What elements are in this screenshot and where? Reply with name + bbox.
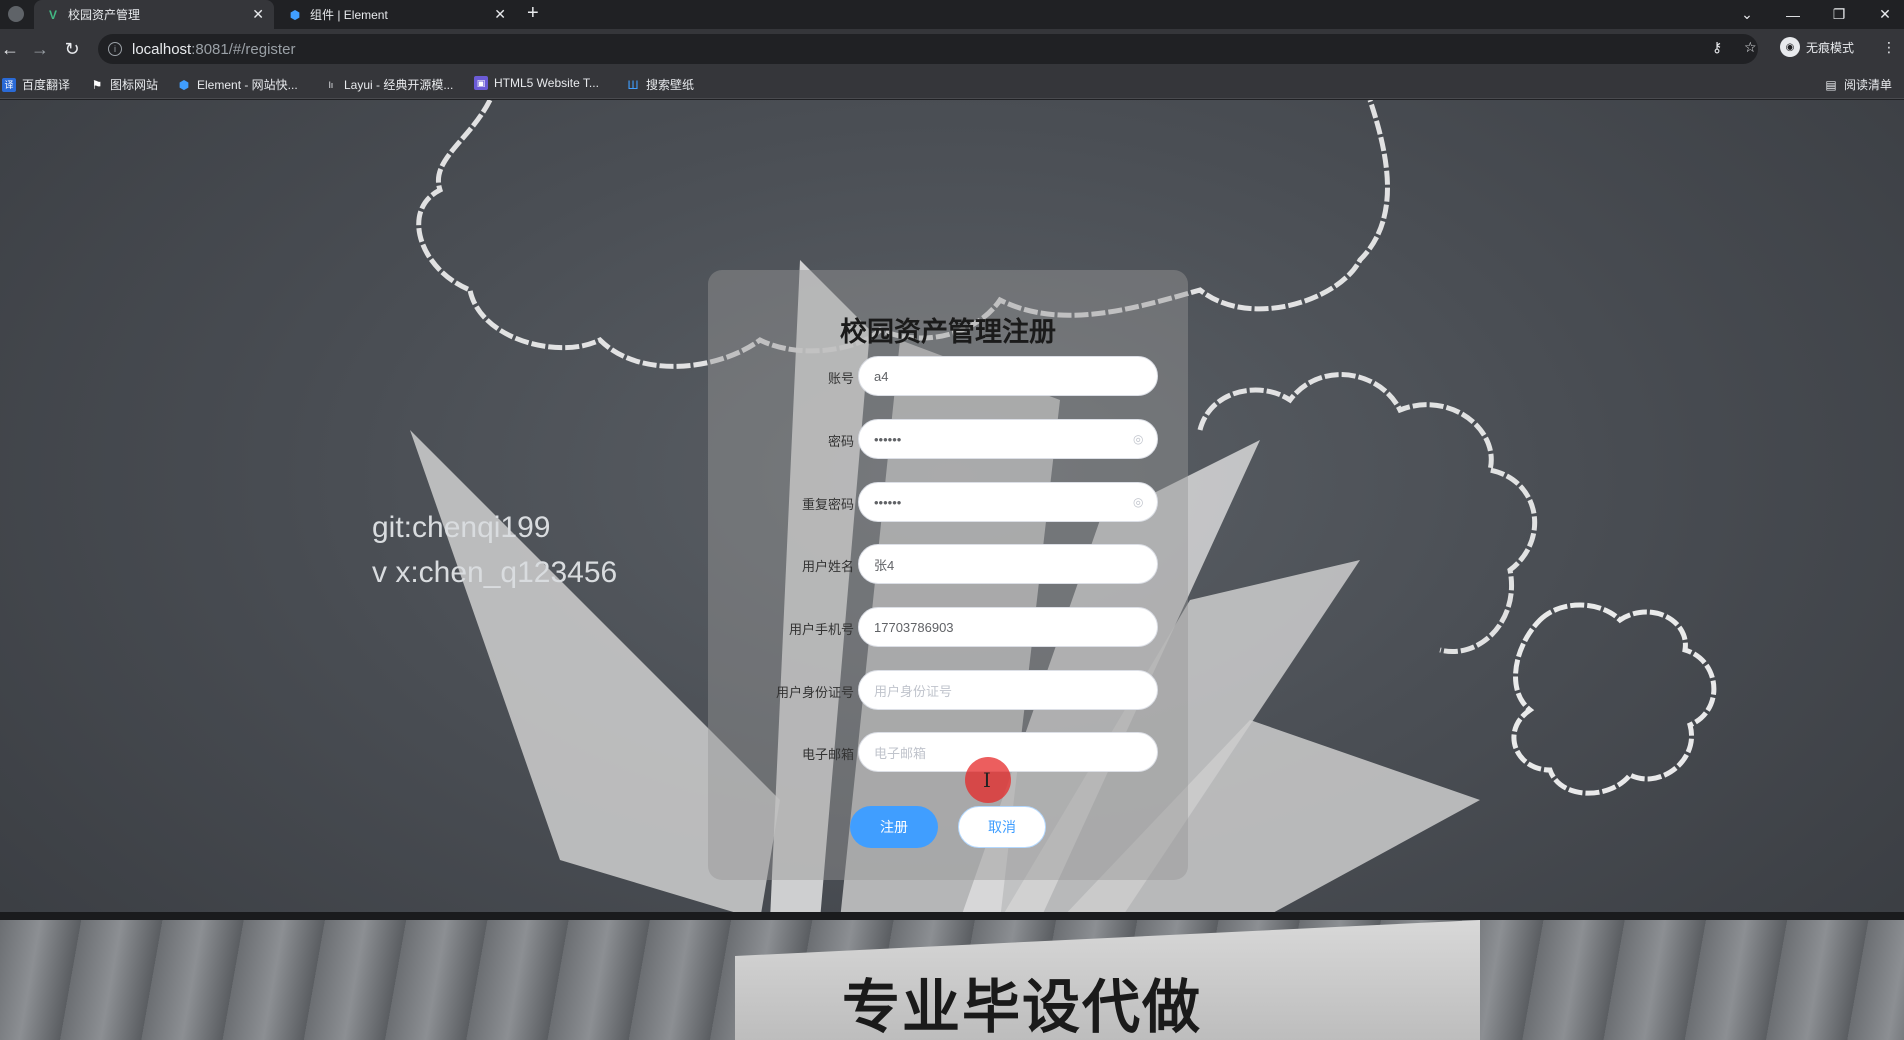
watermark-line-1: git:chenqi199 — [372, 511, 551, 544]
url-host: localhost — [132, 40, 192, 58]
field-row-confirm-password: 重复密码 •••••• ◎ — [708, 482, 1188, 522]
register-card: 校园资产管理注册 账号 a4 密码 •••••• ◎ 重复密码 •••••• ◎… — [708, 270, 1188, 880]
field-row-username: 用户姓名 张4 — [708, 544, 1188, 584]
password-label: 密码 — [827, 434, 854, 449]
field-row-id-number: 用户身份证号 用户身份证号 — [708, 670, 1188, 710]
profile-label: 无痕模式 — [1806, 40, 1855, 55]
field-row-password: 密码 •••••• ◎ — [708, 419, 1188, 459]
field-row-account: 账号 a4 — [708, 356, 1188, 396]
minimize-button[interactable]: — — [1770, 0, 1816, 29]
tab-campus-asset[interactable]: V 校园资产管理 ✕ — [34, 0, 274, 29]
field-row-email: 电子邮箱 电子邮箱 — [708, 732, 1188, 772]
phone-label: 用户手机号 — [788, 622, 854, 637]
account-value: a4 — [874, 368, 889, 384]
account-input[interactable]: a4 — [858, 356, 1158, 396]
page-viewport: git:chenqi199 v x:chen_q123456 校园资产管理注册 … — [0, 100, 1904, 1040]
username-value: 张4 — [874, 557, 895, 573]
watermark-text: git:chenqi199 v x:chen_q123456 — [372, 505, 617, 595]
menu-icon[interactable]: ⋮ — [1882, 39, 1896, 56]
key-icon[interactable]: ⚷ — [1712, 39, 1722, 56]
register-button[interactable]: 注册 — [850, 806, 938, 848]
bookmark-label: Element - 网站快... — [197, 78, 298, 92]
eye-icon[interactable]: ◎ — [1133, 495, 1147, 509]
bookmark-label: 图标网站 — [110, 78, 159, 92]
username-input[interactable]: 张4 — [858, 544, 1158, 584]
info-icon[interactable]: i — [108, 42, 122, 56]
wallpaper-icon: Ш — [627, 77, 639, 92]
vue-logo-icon: V — [48, 7, 57, 22]
username-label: 用户姓名 — [801, 559, 854, 574]
email-input[interactable]: 电子邮箱 — [858, 732, 1158, 772]
close-window-button[interactable]: ✕ — [1862, 0, 1904, 29]
new-tab-button[interactable]: + — [527, 2, 539, 25]
bookmark-layui[interactable]: lı Layui - 经典开源模... — [324, 76, 454, 93]
bookmark-label: HTML5 Website T... — [494, 76, 599, 90]
banner-text: 专业毕设代做 — [842, 973, 1203, 1040]
html5-site-icon: ▣ — [474, 76, 488, 90]
field-row-phone: 用户手机号 17703786903 — [708, 607, 1188, 647]
back-icon[interactable]: ← — [0, 37, 22, 61]
bookmark-html5[interactable]: ▣ HTML5 Website T... — [474, 76, 599, 90]
reload-icon[interactable]: ↻ — [60, 37, 84, 61]
bookmarks-bar: 译 百度翻译 ⚑ 图标网站 ⬢ Element - 网站快... lı Layu… — [0, 69, 1904, 99]
tab-element[interactable]: ⬢ 组件 | Element ✕ — [276, 0, 516, 29]
flag-icon: ⚑ — [91, 77, 103, 92]
watermark-line-2: v x:chen_q123456 — [372, 556, 618, 589]
address-bar[interactable]: i localhost:8081/#/register — [98, 34, 1758, 64]
chalk-cloud-small — [1511, 602, 1717, 796]
incognito-icon: ◉ — [1780, 37, 1800, 57]
email-label: 电子邮箱 — [801, 747, 854, 762]
bookmark-label: Layui - 经典开源模... — [344, 78, 454, 92]
forward-icon[interactable]: → — [28, 37, 52, 61]
bookmark-baidu-translate[interactable]: 译 百度翻译 — [2, 76, 70, 93]
phone-value: 17703786903 — [874, 619, 954, 635]
reading-list-icon: ▤ — [1825, 77, 1837, 92]
bookmark-element[interactable]: ⬢ Element - 网站快... — [177, 76, 298, 93]
tab-title: 组件 | Element — [310, 8, 388, 22]
email-placeholder: 电子邮箱 — [874, 745, 927, 761]
password-value: •••••• — [874, 431, 902, 447]
translate-icon: 译 — [2, 77, 16, 92]
incognito-tabsearch-icon[interactable] — [8, 6, 24, 22]
tab-list-icon[interactable]: ⌄ — [1724, 0, 1770, 29]
cancel-button[interactable]: 取消 — [958, 806, 1046, 848]
layui-logo-icon: lı — [328, 79, 334, 90]
bookmark-label: 搜索壁纸 — [646, 78, 695, 92]
close-tab-icon[interactable]: ✕ — [252, 6, 264, 23]
text-cursor-icon: I — [983, 768, 991, 792]
bookmark-icon-site[interactable]: ⚑ 图标网站 — [90, 76, 158, 93]
star-icon[interactable]: ☆ — [1744, 39, 1757, 56]
confirm-password-value: •••••• — [874, 494, 902, 510]
restore-button[interactable]: ❐ — [1816, 0, 1862, 29]
account-label: 账号 — [827, 371, 854, 386]
tab-title: 校园资产管理 — [68, 8, 141, 22]
register-title: 校园资产管理注册 — [840, 317, 1056, 348]
id-number-placeholder: 用户身份证号 — [874, 683, 953, 699]
phone-input[interactable]: 17703786903 — [858, 607, 1158, 647]
eye-icon[interactable]: ◎ — [1133, 432, 1147, 446]
confirm-password-input[interactable]: •••••• ◎ — [858, 482, 1158, 522]
browser-toolbar: ← → ↻ i localhost:8081/#/register ⚷ ☆ ◉ … — [0, 29, 1904, 69]
bookmark-label: 百度翻译 — [22, 78, 71, 92]
id-number-label: 用户身份证号 — [775, 685, 854, 700]
profile-button[interactable]: ◉ 无痕模式 — [1780, 37, 1854, 57]
close-tab-icon[interactable]: ✕ — [494, 6, 506, 23]
url-path: :8081/#/register — [191, 40, 296, 58]
bookmark-wallpaper[interactable]: Ш 搜索壁纸 — [626, 76, 695, 93]
reading-list-label: 阅读清单 — [1844, 78, 1893, 92]
password-input[interactable]: •••••• ◎ — [858, 419, 1158, 459]
confirm-password-label: 重复密码 — [801, 497, 854, 512]
element-logo-icon: ⬢ — [289, 7, 301, 22]
id-number-input[interactable]: 用户身份证号 — [858, 670, 1158, 710]
element-logo-icon: ⬢ — [178, 77, 190, 92]
reading-list-button[interactable]: ▤ 阅读清单 — [1824, 76, 1892, 93]
tab-strip: V 校园资产管理 ✕ ⬢ 组件 | Element ✕ + ⌄ — ❐ ✕ — [0, 0, 1904, 29]
